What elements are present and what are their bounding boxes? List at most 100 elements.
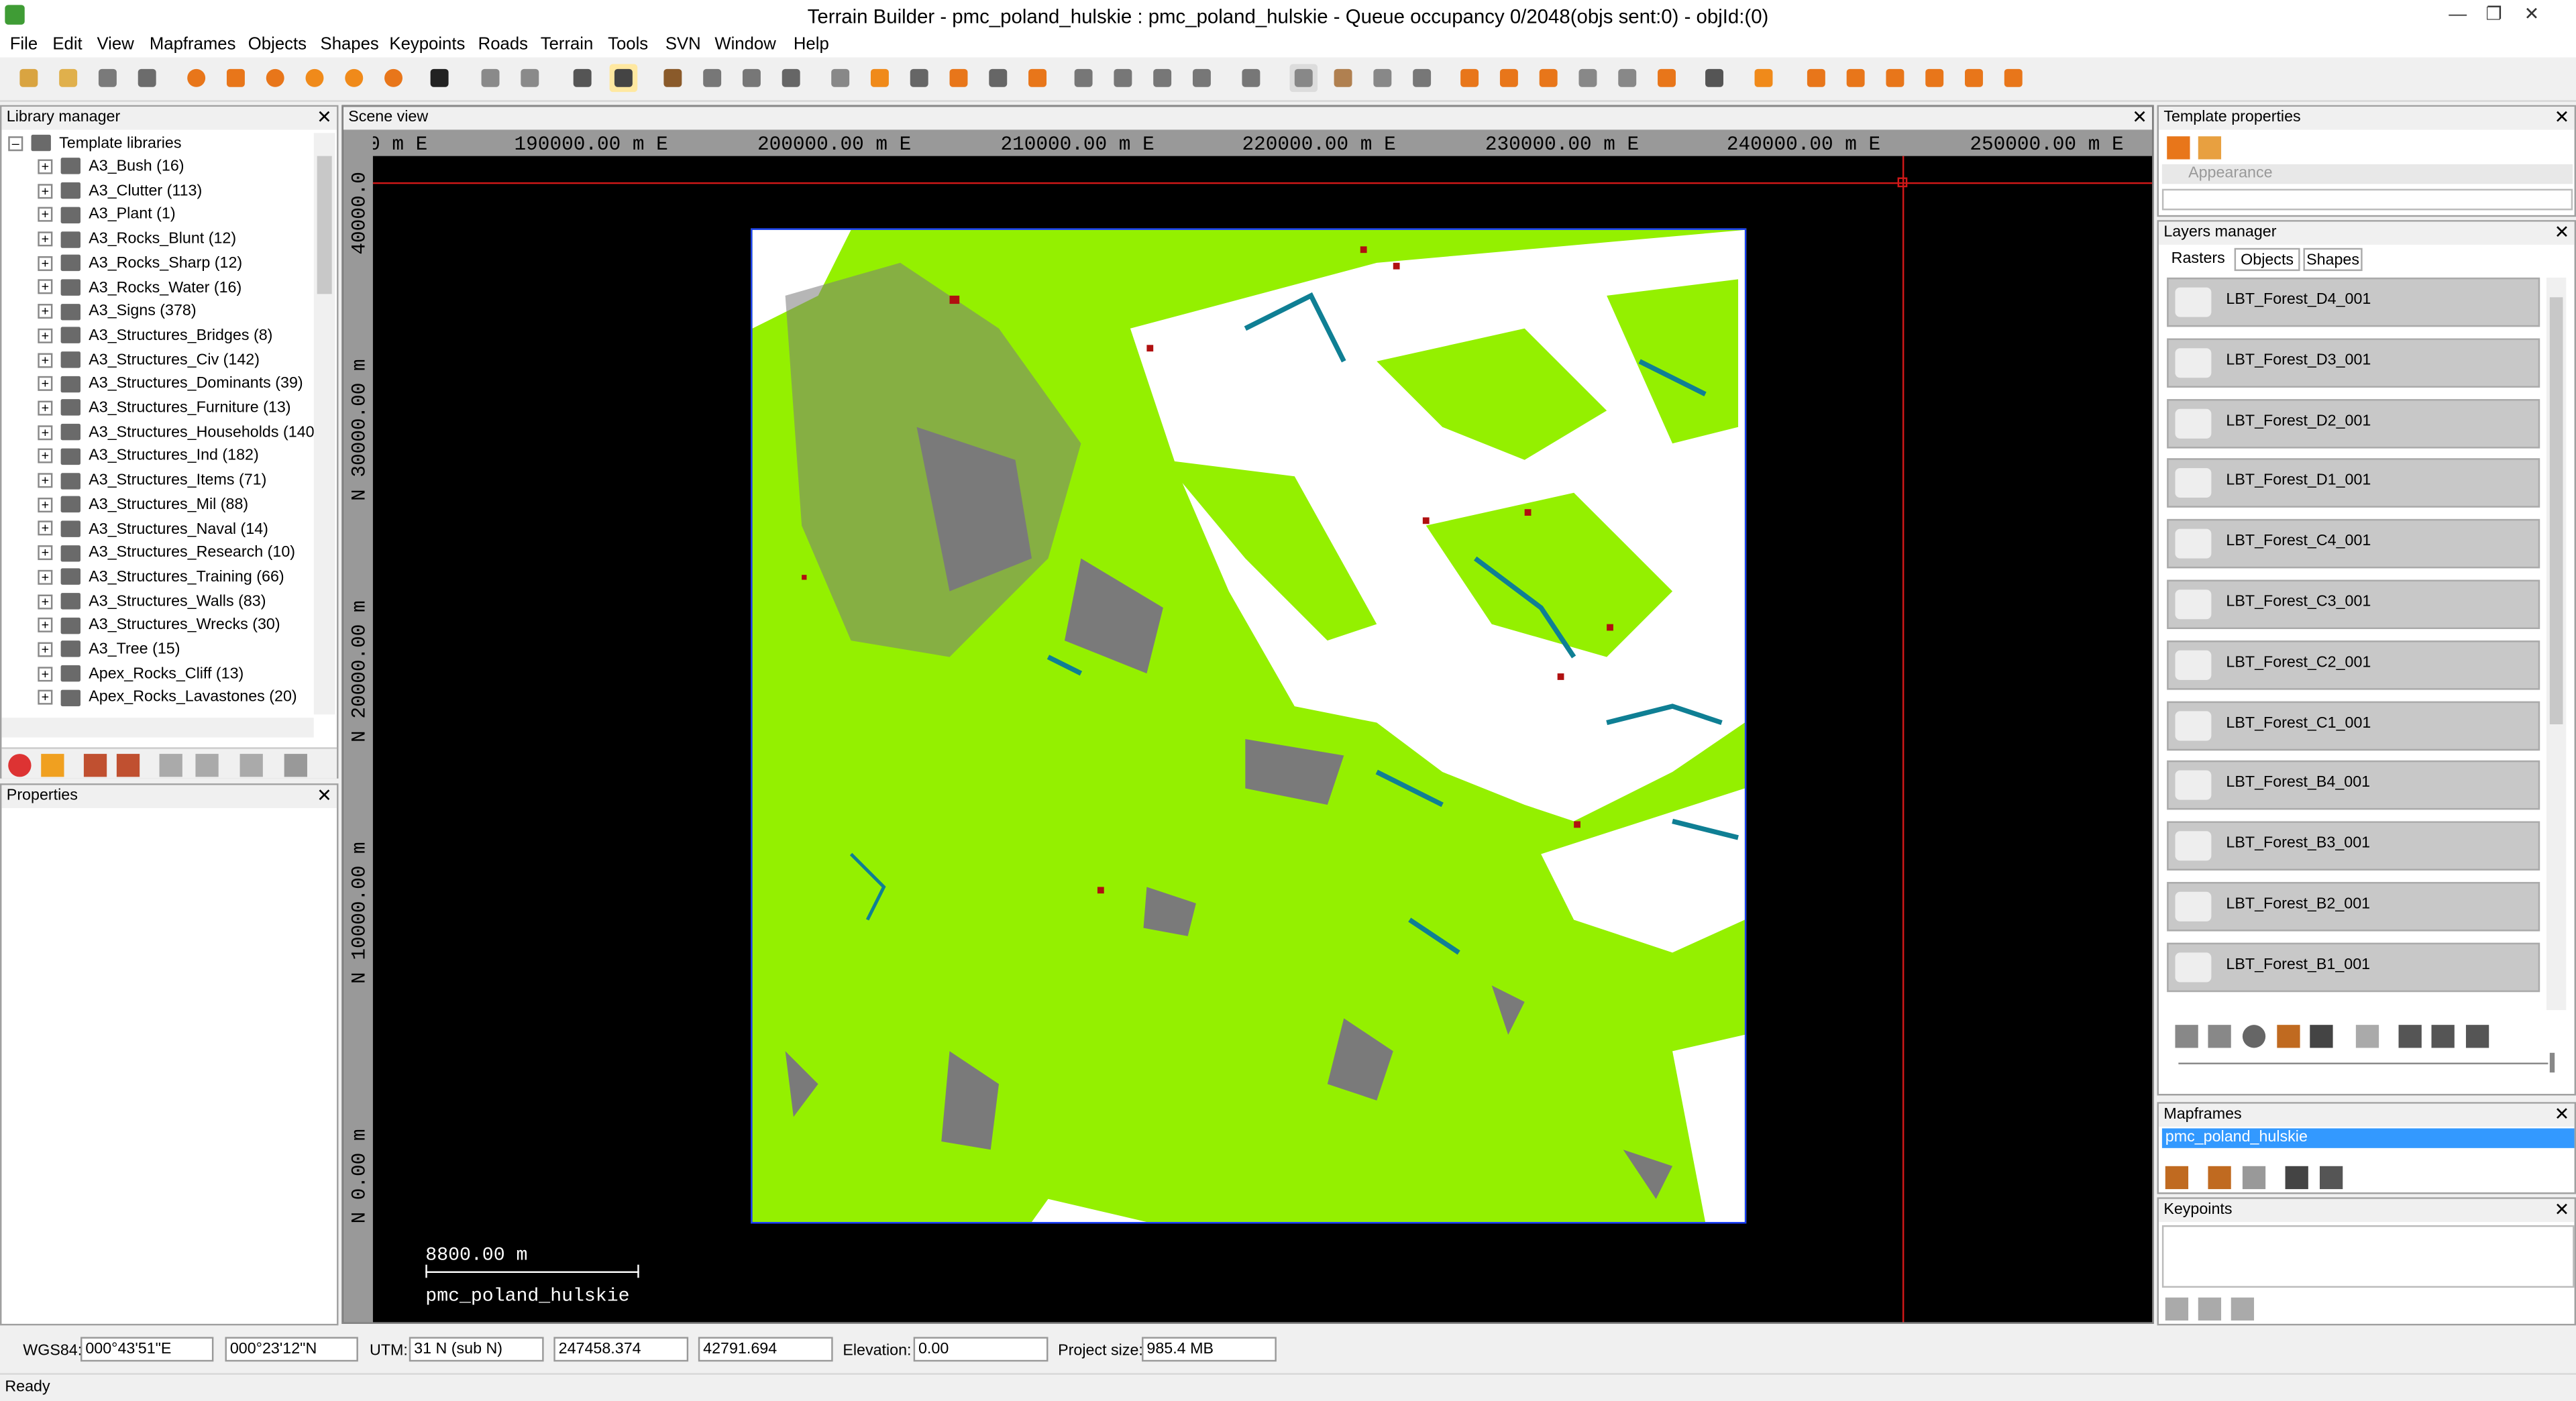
library-item[interactable]: + A3_Structures_Walls (83): [38, 591, 266, 614]
expand-icon[interactable]: +: [38, 521, 53, 537]
expand-icon[interactable]: +: [38, 666, 53, 681]
minimize-button[interactable]: —: [2440, 3, 2476, 26]
tab-shapes[interactable]: Shapes: [2303, 247, 2363, 272]
object-tool-6-button[interactable]: [1653, 64, 1681, 93]
save-all-button[interactable]: [133, 64, 161, 93]
library-item[interactable]: + A3_Structures_Research (10): [38, 543, 295, 565]
library-item[interactable]: + A3_Structures_Civ (142): [38, 349, 260, 372]
library-item[interactable]: + A3_Rocks_Water (16): [38, 277, 241, 300]
menu-help[interactable]: Help: [794, 34, 829, 54]
expand-icon[interactable]: +: [38, 690, 53, 706]
window-4-button[interactable]: [1188, 64, 1216, 93]
easting-field[interactable]: 247458.374: [553, 1337, 689, 1362]
library-tool-1-icon[interactable]: [159, 754, 182, 777]
mapframe-lock-icon[interactable]: [2165, 1166, 2189, 1190]
layer-item[interactable]: LBT_Forest_D4_001: [2167, 277, 2540, 327]
tools-icon[interactable]: [1701, 64, 1729, 93]
latitude-field[interactable]: 000°23'12"N: [225, 1337, 358, 1362]
mapframe-properties-icon[interactable]: [2319, 1166, 2343, 1190]
mapframe-item[interactable]: pmc_poland_hulskie: [2161, 1128, 2575, 1148]
template-property-field[interactable]: [2161, 188, 2573, 211]
layers-orange-icon[interactable]: [2167, 136, 2190, 160]
expand-icon[interactable]: +: [38, 256, 53, 271]
layer-item[interactable]: LBT_Forest_C1_001: [2167, 700, 2540, 750]
appearance-section[interactable]: Appearance: [2161, 164, 2573, 184]
menu-shapes[interactable]: Shapes: [321, 34, 379, 54]
window-5-button[interactable]: [1237, 64, 1265, 93]
close-icon[interactable]: ✕: [2555, 222, 2570, 245]
measure-tool-button[interactable]: [1408, 64, 1436, 93]
library-item[interactable]: + A3_Structures_Wrecks (30): [38, 615, 280, 638]
mapframe-remove-icon[interactable]: [2242, 1166, 2266, 1190]
menu-svn[interactable]: SVN: [665, 34, 701, 54]
close-icon[interactable]: ✕: [317, 107, 332, 129]
library-item[interactable]: + A3_Structures_Furniture (13): [38, 398, 291, 421]
layer-tool-1-icon[interactable]: [2310, 1025, 2333, 1048]
object-tool-4-button[interactable]: [1574, 64, 1602, 93]
add-keypoint-icon[interactable]: [2165, 1297, 2189, 1321]
expand-icon[interactable]: +: [38, 352, 53, 368]
expand-icon[interactable]: +: [38, 449, 53, 464]
menu-edit[interactable]: Edit: [52, 34, 82, 54]
layer-item[interactable]: LBT_Forest_B4_001: [2167, 761, 2540, 811]
expand-icon[interactable]: +: [38, 328, 53, 343]
window-3-button[interactable]: [1148, 64, 1177, 93]
object-tool-1-button[interactable]: [1456, 64, 1484, 93]
object-tool-3-button[interactable]: [1534, 64, 1562, 93]
opacity-slider[interactable]: [2178, 1062, 2548, 1064]
lock-icon[interactable]: [2277, 1025, 2300, 1048]
layer-item[interactable]: LBT_Forest_C2_001: [2167, 640, 2540, 690]
menu-file[interactable]: File: [10, 34, 38, 54]
menu-tools[interactable]: Tools: [608, 34, 648, 54]
undo-button[interactable]: [476, 64, 504, 93]
layer-item[interactable]: LBT_Forest_B2_001: [2167, 882, 2540, 932]
library-item[interactable]: + A3_Plant (1): [38, 205, 176, 227]
library-item[interactable]: + A3_Signs (378): [38, 301, 197, 324]
mapframe-export-icon[interactable]: [2208, 1166, 2231, 1190]
library-item[interactable]: + A3_Structures_Dominants (39): [38, 374, 303, 396]
window-2-button[interactable]: [1109, 64, 1137, 93]
library-item[interactable]: + A3_Clutter (113): [38, 180, 202, 203]
grid-orange-2-button[interactable]: [984, 64, 1012, 93]
remove-keypoint-icon[interactable]: [2231, 1297, 2255, 1321]
clapper-icon[interactable]: [425, 64, 453, 93]
trash-icon[interactable]: [239, 754, 263, 777]
library-item[interactable]: + A3_Structures_Mil (88): [38, 494, 248, 517]
tab-rasters[interactable]: Rasters: [2165, 248, 2231, 271]
library-item[interactable]: + A3_Rocks_Blunt (12): [38, 229, 236, 251]
expand-icon[interactable]: +: [38, 425, 53, 440]
scene-view[interactable]: Scene view ✕ 00 m E 190000.00 m E 200000…: [341, 105, 2154, 1324]
opacity-slider-handle[interactable]: [2549, 1052, 2555, 1073]
tab-objects[interactable]: Objects: [2234, 247, 2300, 272]
library-item[interactable]: + Apex_Rocks_Lavastones (20): [38, 687, 297, 710]
comment-icon[interactable]: [284, 754, 307, 777]
layer-item[interactable]: LBT_Forest_D3_001: [2167, 337, 2540, 388]
utm-zone-field[interactable]: 31 N (sub N): [409, 1337, 544, 1362]
library-tool-2-icon[interactable]: [195, 754, 219, 777]
tool-orange-1-button[interactable]: [182, 64, 211, 93]
hand-tool-button[interactable]: [1289, 64, 1318, 93]
vertex-tool-4-button[interactable]: [1921, 64, 1949, 93]
expand-icon[interactable]: +: [38, 569, 53, 585]
library-item[interactable]: + A3_Structures_Training (66): [38, 567, 284, 590]
expand-icon[interactable]: +: [38, 376, 53, 392]
paint-tool-button[interactable]: [1750, 64, 1778, 93]
layer-item[interactable]: LBT_Forest_B3_001: [2167, 821, 2540, 871]
window-1-button[interactable]: [1069, 64, 1097, 93]
library-item[interactable]: + A3_Rocks_Sharp (12): [38, 253, 242, 276]
hand-2-tool-button[interactable]: [1368, 64, 1397, 93]
layer-item[interactable]: LBT_Forest_C3_001: [2167, 579, 2540, 629]
grid-2-button[interactable]: [777, 64, 805, 93]
menu-terrain[interactable]: Terrain: [541, 34, 594, 54]
align-button[interactable]: [905, 64, 933, 93]
import-library-icon[interactable]: [116, 754, 140, 777]
warning-icon[interactable]: [41, 754, 64, 777]
library-hscrollbar[interactable]: [1, 718, 314, 738]
tool-orange-2-button[interactable]: [222, 64, 250, 93]
redo-button[interactable]: [516, 64, 544, 93]
library-item[interactable]: + A3_Bush (16): [38, 156, 184, 179]
library-item[interactable]: + A3_Tree (15): [38, 639, 180, 662]
library-item[interactable]: + A3_Structures_Households (140: [38, 422, 315, 445]
close-icon[interactable]: ✕: [317, 785, 332, 808]
tool-orange-6-button[interactable]: [380, 64, 408, 93]
